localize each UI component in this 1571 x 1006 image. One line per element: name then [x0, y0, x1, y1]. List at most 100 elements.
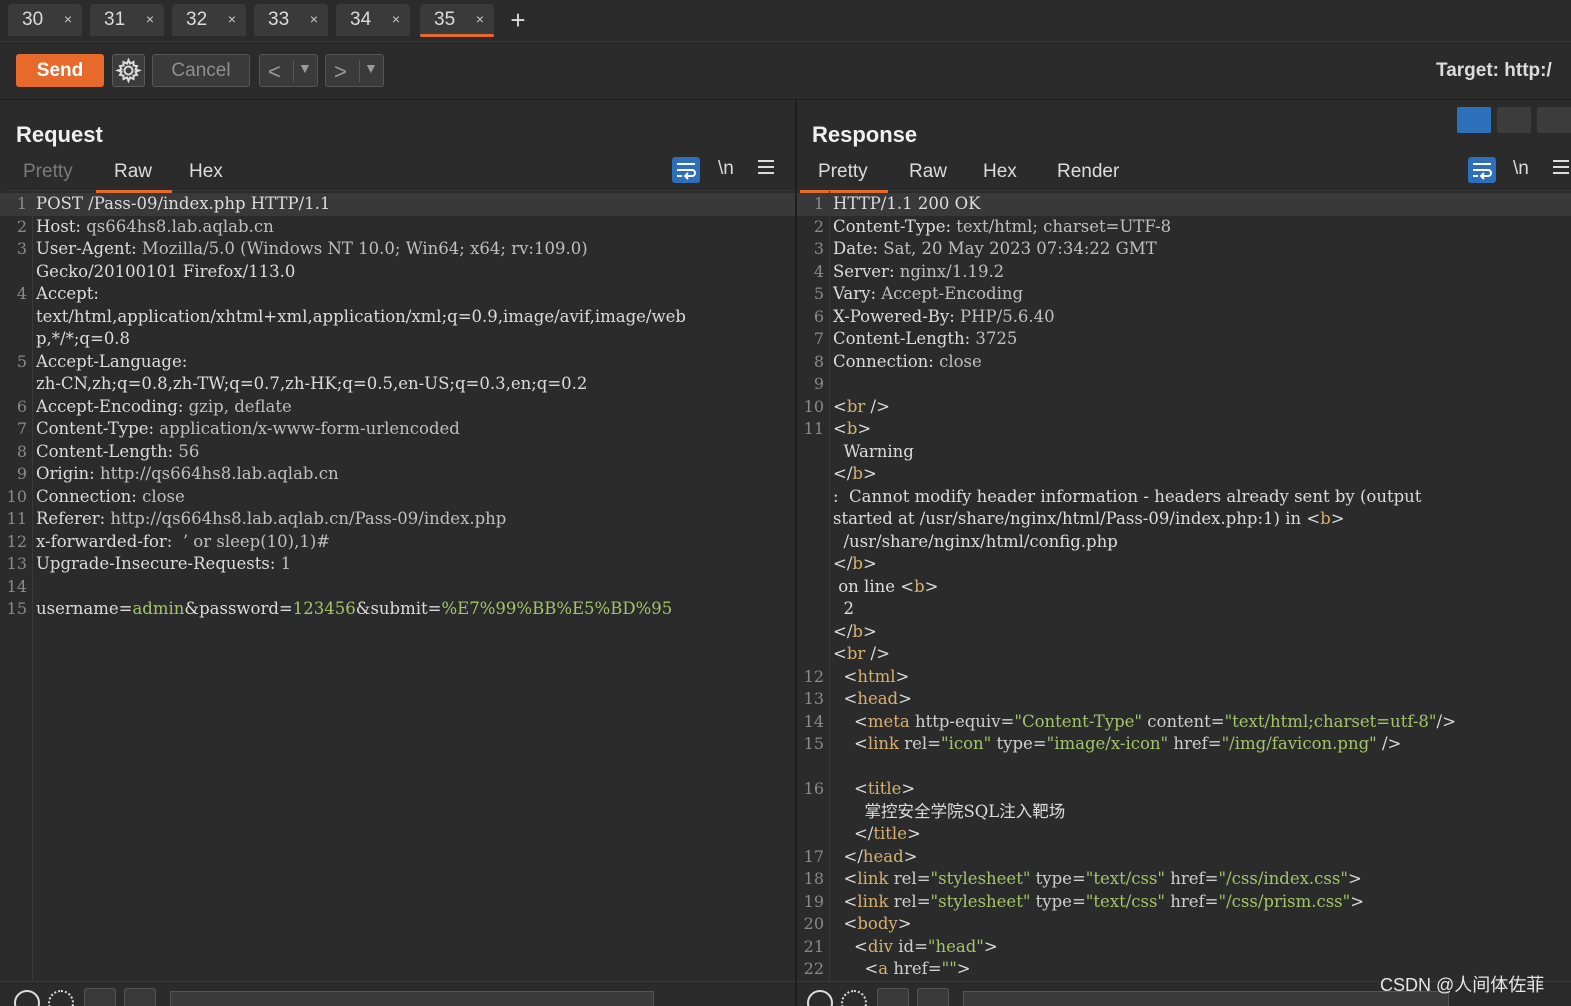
token: "stylesheet": [930, 891, 1031, 911]
code-line: 5 Accept-Language:: [0, 351, 795, 374]
target-label[interactable]: Target: http:/: [1436, 60, 1552, 82]
token: zh-CN,zh;q=0.8,zh-TW;q=0.7,zh-HK;q=0.5,e…: [36, 374, 588, 393]
close-icon[interactable]: ×: [310, 11, 318, 27]
token: Connection: [36, 486, 132, 506]
history-forward-button[interactable]: > ▼: [325, 54, 384, 87]
tab-raw[interactable]: Raw: [909, 161, 947, 189]
token: Connection: [833, 351, 929, 371]
chevron-left-icon: <: [268, 59, 281, 84]
token: />: [865, 644, 890, 663]
close-icon[interactable]: ×: [392, 11, 400, 27]
newline-toggle[interactable]: \n: [1513, 158, 1529, 180]
code-line: </b>: [797, 621, 1571, 644]
token: qs664hs8.lab.aqlab.cn: [80, 216, 274, 236]
response-title: Response: [812, 122, 918, 147]
gear-icon[interactable]: [48, 990, 74, 1006]
token: a: [878, 959, 889, 978]
chevron-right-icon: >: [334, 59, 347, 84]
close-icon[interactable]: ×: [64, 11, 72, 27]
code-line: 9: [797, 373, 1571, 396]
code-line: </title>: [797, 823, 1571, 846]
code-text: <link rel="stylesheet" type="text/css" h…: [833, 868, 1362, 891]
token: <: [833, 891, 858, 911]
code-line: 15 username=admin&password=123456&submit=…: [0, 598, 795, 621]
tab-32[interactable]: 32 ×: [172, 4, 246, 36]
line-number: 16: [803, 779, 824, 798]
line-number: 10: [6, 486, 27, 506]
response-editor[interactable]: 1 HTTP/1.1 200 OK 2 Content-Type: text/html…: [797, 191, 1571, 982]
layout-side-by-side-button[interactable]: [1457, 107, 1491, 133]
token: <: [833, 734, 868, 753]
code-line: zh-CN,zh;q=0.8,zh-TW;q=0.7,zh-HK;q=0.5,e…: [0, 373, 795, 396]
menu-icon[interactable]: [758, 160, 774, 174]
close-icon[interactable]: ×: [146, 11, 154, 27]
close-icon[interactable]: ×: [228, 11, 236, 27]
search-input[interactable]: [963, 991, 1449, 1006]
code-line: 8 Content-Length: 56: [0, 441, 795, 464]
search-prev-button[interactable]: [877, 988, 909, 1006]
cancel-button[interactable]: Cancel: [152, 54, 250, 87]
tab-pretty[interactable]: Pretty: [800, 161, 888, 193]
token: </: [833, 621, 853, 641]
tab-35[interactable]: 35 ×: [420, 4, 494, 37]
gear-icon[interactable]: [841, 990, 867, 1006]
token: 掌控安全学院SQL注入靶场: [833, 801, 1066, 821]
tab-pretty[interactable]: Pretty: [23, 161, 73, 189]
word-wrap-toggle[interactable]: [1468, 157, 1496, 183]
tab-33[interactable]: 33 ×: [254, 4, 328, 36]
code-text: <br />: [833, 643, 890, 666]
token: Upgrade-Insecure-Requests: [36, 554, 270, 573]
token: text/html; charset=UTF-8: [951, 216, 1172, 236]
search-next-button[interactable]: [124, 988, 156, 1006]
code-text: 掌控安全学院SQL注入靶场: [833, 801, 1065, 824]
code-line: 2 Host: qs664hs8.lab.aqlab.cn: [0, 216, 795, 239]
token: b: [914, 576, 925, 596]
settings-button[interactable]: [112, 54, 145, 87]
dropdown-arrow-icon[interactable]: ▼: [298, 60, 312, 76]
token: head: [857, 689, 899, 708]
search-input[interactable]: [170, 991, 654, 1006]
add-tab-button[interactable]: +: [505, 4, 531, 36]
code-line: 19 <link rel="stylesheet" type="text/css…: [797, 891, 1571, 914]
code-text: <meta http-equiv="Content-Type" content=…: [833, 711, 1456, 734]
token: "": [941, 959, 957, 978]
layout-stacked-button[interactable]: [1497, 107, 1531, 133]
menu-icon[interactable]: [1553, 160, 1569, 174]
token: http://qs664hs8.lab.aqlab.cn: [94, 464, 339, 483]
layout-tabbed-button[interactable]: [1537, 107, 1571, 133]
tab-raw[interactable]: Raw: [95, 161, 173, 193]
request-editor[interactable]: 1 POST /Pass-09/index.php HTTP/1.1 2 Host: …: [0, 191, 795, 982]
tab-render[interactable]: Render: [1057, 161, 1119, 189]
tab-hex[interactable]: Hex: [189, 161, 223, 189]
code-text: <br />: [833, 396, 890, 419]
history-back-button[interactable]: < ▼: [259, 54, 318, 87]
close-icon[interactable]: ×: [476, 11, 484, 27]
search-next-button[interactable]: [917, 988, 949, 1006]
code-line: 6 Accept-Encoding: gzip, deflate: [0, 396, 795, 419]
word-wrap-toggle[interactable]: [672, 157, 700, 183]
token: "/css/index.css": [1218, 869, 1348, 888]
send-button[interactable]: Send: [16, 54, 104, 87]
tab-34[interactable]: 34 ×: [336, 4, 410, 36]
search-prev-button[interactable]: [84, 988, 116, 1006]
code-line: 掌控安全学院SQL注入靶场: [797, 801, 1571, 824]
line-number: 5: [16, 351, 27, 371]
code-text: on line <b>: [833, 576, 938, 599]
token: nginx/1.19.2: [894, 261, 1005, 281]
code-text: p,*/*;q=0.8: [36, 328, 130, 351]
tab-30[interactable]: 30 ×: [8, 4, 82, 36]
token: meta: [867, 711, 910, 731]
code-line: 12 x-forwarded-for: ’ or sleep(10),1)#: [0, 531, 795, 554]
code-text: User-Agent: Mozilla/5.0 (Windows NT 10.0…: [36, 238, 588, 261]
token: PHP/5.6.40: [954, 306, 1055, 326]
newline-toggle[interactable]: \n: [718, 158, 734, 180]
tab-hex[interactable]: Hex: [983, 161, 1017, 189]
token: x-forwarded-for: [36, 531, 167, 551]
help-icon[interactable]: [807, 990, 833, 1006]
line-number: 11: [803, 419, 824, 438]
tab-31[interactable]: 31 ×: [90, 4, 164, 36]
dropdown-arrow-icon[interactable]: ▼: [364, 60, 378, 76]
token: >: [1347, 869, 1362, 888]
request-pane: Request Pretty Raw Hex \n 1 POST /Pass-09…: [0, 100, 795, 1006]
help-icon[interactable]: [14, 990, 40, 1006]
